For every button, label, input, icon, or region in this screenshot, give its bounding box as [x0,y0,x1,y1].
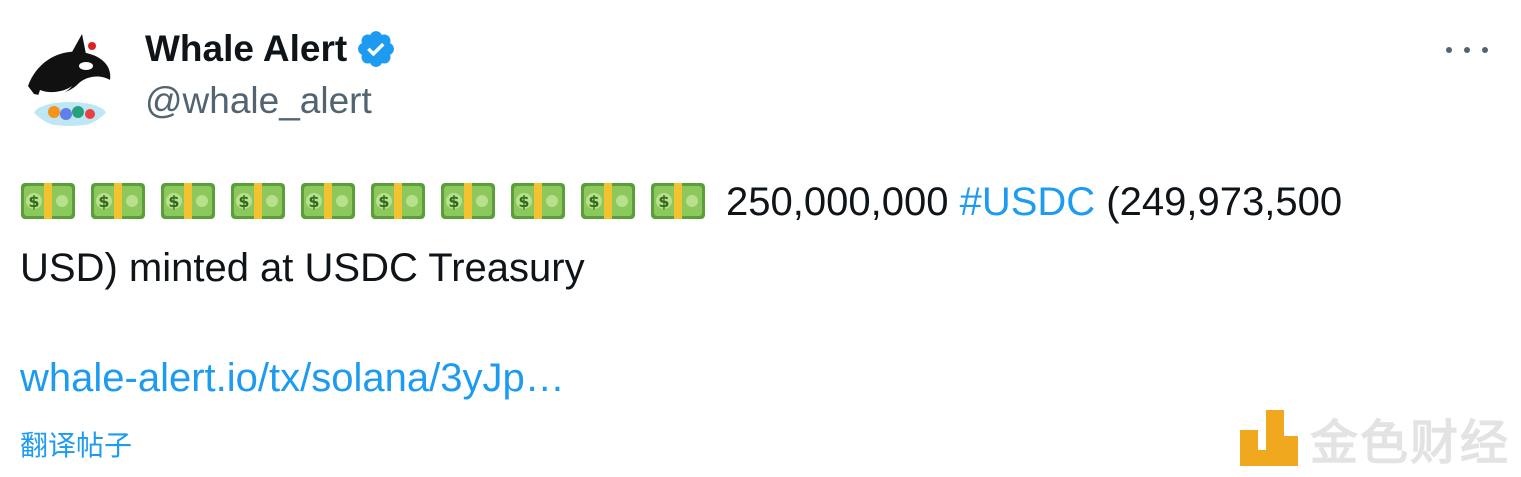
tweet-card: Whale Alert @whale_alert $ $ $ $ $ $ $ $ $ $250,0… [0,0,1521,477]
svg-text:$: $ [658,192,669,211]
banknote-icon: $ [511,183,565,220]
banknote-icon: $ [581,183,635,220]
svg-text:$: $ [518,192,529,211]
author-name-row: Whale Alert [145,26,397,72]
author-display-name[interactable]: Whale Alert [145,28,347,70]
banknote-icon: $ [371,183,425,220]
banknote-icon: $ [441,183,495,220]
svg-text:$: $ [238,192,249,211]
usd-value: (249,973,500 [1106,180,1343,224]
banknote-icon: $ [231,183,285,220]
verified-badge-icon[interactable] [355,28,397,70]
orca-icon [20,28,120,128]
svg-text:$: $ [168,192,179,211]
tweet-link-row: whale-alert.io/tx/solana/3yJp… [20,356,565,401]
more-dot [1446,47,1452,53]
banknote-icon: $ [161,183,215,220]
hashtag-link[interactable]: #USDC [960,180,1096,224]
watermark: 金色财经 [1240,408,1515,471]
svg-text:$: $ [308,192,319,211]
more-dot [1482,47,1488,53]
svg-text:$: $ [448,192,459,211]
banknote-icon: $ [301,183,355,220]
svg-text:$: $ [98,192,109,211]
transaction-link[interactable]: whale-alert.io/tx/solana/3yJp… [20,356,565,400]
svg-text:$: $ [378,192,389,211]
more-options-icon[interactable] [1446,36,1488,64]
banknote-icon: $ [651,183,705,220]
watermark-text: 金色财经 [1310,415,1511,471]
svg-text:$: $ [588,192,599,211]
author-handle[interactable]: @whale_alert [145,80,397,122]
translate-post-button[interactable]: 翻译帖子 [20,424,132,464]
tweet-author: Whale Alert @whale_alert [145,26,397,122]
money-emoji-row: $ $ $ $ $ $ $ $ $ $ [20,172,720,236]
mint-description: USD) minted at USDC Treasury [20,246,585,291]
svg-text:$: $ [28,192,39,211]
more-dot [1464,47,1470,53]
banknote-icon: $ [91,183,145,220]
mint-amount: 250,000,000 [726,180,949,224]
jinse-logo-icon [1240,410,1298,466]
tweet-text: $ $ $ $ $ $ $ $ $ $250,000,000 #USDC (249,973,500… [20,170,1500,300]
banknote-icon: $ [21,183,75,220]
orca-whale-avatar[interactable] [20,28,120,128]
